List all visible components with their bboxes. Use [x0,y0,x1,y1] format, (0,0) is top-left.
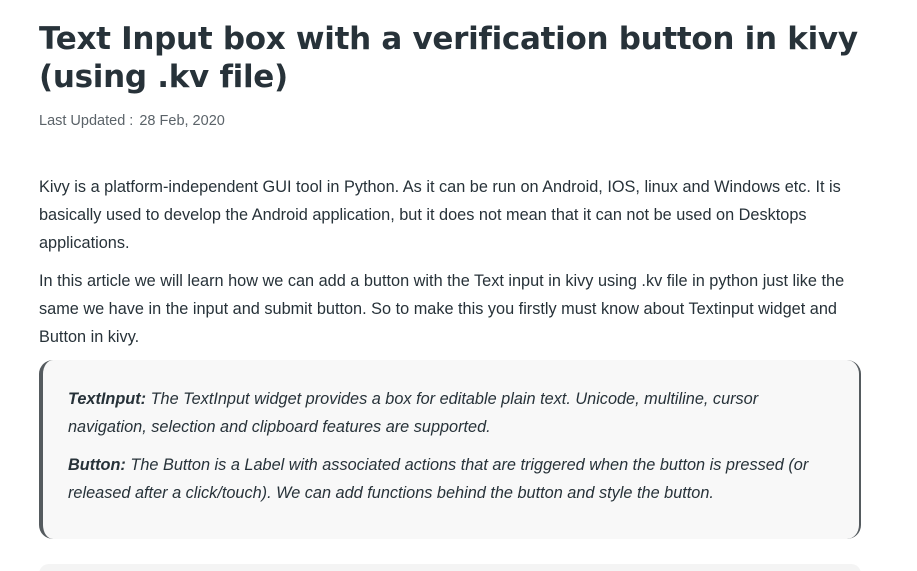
paragraph-intro: Kivy is a platform-independent GUI tool … [39,178,841,252]
info-callout: TextInput: The TextInput widget provides… [39,360,861,539]
article-title: Text Input box with a verification butto… [39,21,858,95]
callout-item-textinput: TextInput: The TextInput widget provides… [68,385,833,441]
callout-definition: The TextInput widget provides a box for … [68,390,759,436]
callout-definition: The Button is a Label with associated ac… [68,456,809,502]
last-updated-date: 28 Feb, 2020 [139,113,225,129]
article: Text Input box with a verification butto… [39,0,862,351]
paragraph-article-scope: In this article we will learn how we can… [39,272,845,346]
next-content-block [39,564,861,571]
callout-item-button: Button: The Button is a Label with assoc… [68,451,833,507]
callout-term: TextInput: [68,390,147,408]
last-updated: Last Updated : 28 Feb, 2020 [39,113,862,129]
last-updated-label: Last Updated : [39,113,134,129]
callout-term: Button: [68,456,126,474]
